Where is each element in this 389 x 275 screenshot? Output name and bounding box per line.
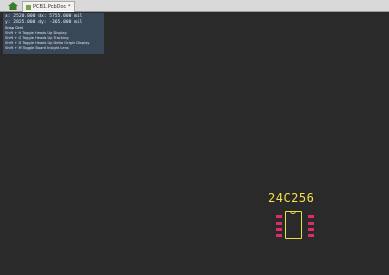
home-tab[interactable] (4, 1, 22, 10)
component-body-outline (285, 211, 302, 239)
document-tab-bar: PCB1.PcbDoc * (0, 0, 389, 12)
pad[interactable] (276, 228, 282, 231)
tab-label: PCB1.PcbDoc * (33, 4, 71, 10)
pad[interactable] (308, 222, 314, 225)
pad[interactable] (276, 215, 282, 218)
pad[interactable] (308, 228, 314, 231)
hud-hint-line: Shift + M Toggle Board Insight Lens (5, 46, 69, 50)
component-footprint[interactable] (273, 208, 318, 244)
component-designator: 24C256 (268, 191, 315, 205)
home-icon (8, 1, 18, 10)
pcb-editor-window: PCB1.PcbDoc * x: 2520.000 dx: 5755.000 m… (0, 0, 389, 275)
pad[interactable] (276, 222, 282, 225)
tab-pcb1-document[interactable]: PCB1.PcbDoc * (22, 1, 76, 12)
pad[interactable] (276, 234, 282, 237)
pcb-document-icon (26, 4, 31, 10)
pad[interactable] (308, 234, 314, 237)
pad[interactable] (308, 215, 314, 218)
heads-up-display: x: 2520.000 dx: 5755.000 mil y: 2825.000… (3, 13, 104, 54)
